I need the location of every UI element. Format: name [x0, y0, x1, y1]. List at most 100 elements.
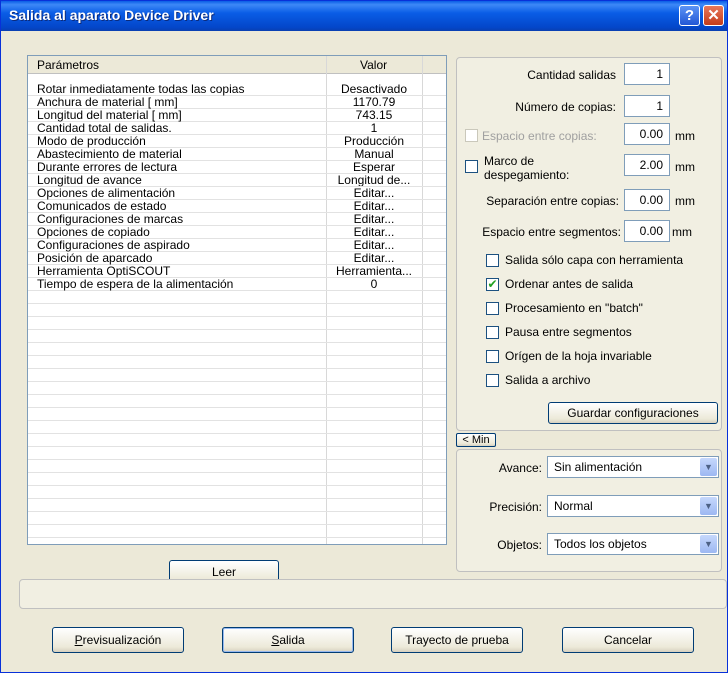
espacio-copias-field[interactable]: 0.00 — [624, 123, 670, 145]
separacion-label: Separación entre copias: — [486, 194, 619, 208]
objetos-value: Todos los objetos — [554, 537, 647, 551]
option-checkbox-label[interactable]: Orígen de la hoja invariable — [505, 349, 652, 363]
objetos-label: Objetos: — [497, 538, 542, 552]
param-value: Longitud de... — [337, 174, 411, 186]
param-name: Modo de producción — [37, 134, 146, 148]
min-button[interactable]: < Min — [456, 433, 496, 447]
param-name: Rotar inmediatamente todas las copias — [37, 82, 245, 96]
option-checkbox[interactable] — [486, 254, 499, 267]
table-row[interactable] — [28, 330, 446, 343]
table-row[interactable] — [28, 460, 446, 473]
avance-label: Avance: — [498, 461, 542, 475]
table-row[interactable] — [28, 395, 446, 408]
param-value: Producción — [343, 135, 405, 147]
marco-label-line1: Marco de — [484, 154, 535, 168]
table-row[interactable] — [28, 408, 446, 421]
marco-label-line2: despegamiento: — [484, 168, 570, 182]
unit-mm: mm — [675, 160, 695, 174]
espacio-copias-label: Espacio entre copias: — [482, 129, 597, 143]
table-row[interactable]: Tiempo de espera de la alimentación 0 — [28, 278, 446, 291]
chevron-down-icon[interactable]: ▼ — [700, 458, 717, 476]
avance-select[interactable]: Sin alimentación ▼ — [547, 456, 719, 478]
param-value: Editar... — [353, 187, 395, 199]
cancel-button[interactable]: Cancelar — [562, 627, 694, 653]
option-checkbox-label[interactable]: Salida sólo capa con herramienta — [505, 253, 683, 267]
option-checkbox-label[interactable]: Pausa entre segmentos — [505, 325, 632, 339]
table-row[interactable] — [28, 447, 446, 460]
param-column-header[interactable]: Parámetros — [37, 58, 99, 72]
param-name: Cantidad total de salidas. — [37, 121, 172, 135]
save-settings-button[interactable]: Guardar configuraciones — [548, 402, 718, 424]
table-row[interactable] — [28, 356, 446, 369]
table-row[interactable] — [28, 525, 446, 538]
marco-field[interactable]: 2.00 — [624, 154, 670, 176]
precision-label: Precisión: — [489, 500, 542, 514]
table-row[interactable] — [28, 343, 446, 356]
table-row[interactable] — [28, 304, 446, 317]
copias-label: Número de copias: — [515, 100, 616, 114]
option-checkbox[interactable] — [486, 374, 499, 387]
close-button[interactable]: ✕ — [703, 5, 724, 26]
option-checkbox-checked[interactable]: ✔ — [486, 278, 499, 291]
param-name: Longitud del material [ mm] — [37, 108, 182, 122]
value-column-header[interactable]: Valor — [360, 58, 387, 72]
table-row[interactable] — [28, 512, 446, 525]
dialog-window: Salida al aparato Device Driver ? ✕ Pará… — [0, 0, 728, 673]
help-button[interactable]: ? — [679, 5, 700, 26]
option-checkbox-label[interactable]: Salida a archivo — [505, 373, 590, 387]
param-value: Desactivado — [340, 83, 408, 95]
param-name: Posición de aparcado — [37, 251, 153, 265]
espacio-copias-checkbox[interactable] — [465, 129, 478, 142]
table-row[interactable] — [28, 486, 446, 499]
param-value: Herramienta... — [335, 265, 413, 277]
table-row[interactable] — [28, 499, 446, 512]
param-value: Editar... — [353, 226, 395, 238]
param-value: Manual — [354, 148, 394, 160]
param-name: Anchura de material [ mm] — [37, 95, 178, 109]
param-value: 1170.79 — [352, 96, 396, 108]
table-row[interactable] — [28, 317, 446, 330]
param-value: Editar... — [353, 213, 395, 225]
espacio-segmentos-field[interactable]: 0.00 — [624, 220, 670, 242]
option-checkbox[interactable] — [486, 350, 499, 363]
cantidad-field[interactable]: 1 — [624, 63, 670, 85]
parameters-list[interactable]: Parámetros Valor Rotar inmediatamente to… — [27, 55, 447, 545]
param-name: Longitud de avance — [37, 173, 142, 187]
param-value: Editar... — [353, 239, 395, 251]
option-checkbox-label[interactable]: Procesamiento en "batch" — [505, 301, 643, 315]
table-row[interactable] — [28, 382, 446, 395]
param-value: 1 — [370, 122, 378, 134]
option-checkbox[interactable] — [486, 326, 499, 339]
chevron-down-icon[interactable]: ▼ — [700, 497, 717, 515]
table-row[interactable] — [28, 473, 446, 486]
param-name: Configuraciones de marcas — [37, 212, 184, 226]
test-path-button[interactable]: Trayecto de prueba — [391, 627, 523, 653]
param-name: Opciones de alimentación — [37, 186, 176, 200]
unit-mm: mm — [675, 129, 695, 143]
preview-label: revisualización — [82, 633, 162, 647]
marco-checkbox[interactable] — [465, 160, 478, 173]
title-bar: Salida al aparato Device Driver ? ✕ — [1, 1, 727, 31]
param-name: Comunicados de estado — [37, 199, 167, 213]
unit-mm: mm — [672, 225, 692, 239]
status-bar — [19, 579, 727, 609]
precision-select[interactable]: Normal ▼ — [547, 495, 719, 517]
param-name: Durante errores de lectura — [37, 160, 178, 174]
avance-value: Sin alimentación — [554, 460, 643, 474]
parameters-header: Parámetros Valor — [28, 56, 446, 74]
separacion-field[interactable]: 0.00 — [624, 189, 670, 211]
preview-access-key: P — [74, 633, 83, 647]
param-value: Editar... — [353, 200, 395, 212]
output-button[interactable]: Salida — [222, 627, 354, 653]
table-row[interactable] — [28, 421, 446, 434]
option-checkbox[interactable] — [486, 302, 499, 315]
copias-field[interactable]: 1 — [624, 95, 670, 117]
output-label: alida — [279, 633, 305, 647]
table-row[interactable] — [28, 291, 446, 304]
objetos-select[interactable]: Todos los objetos ▼ — [547, 533, 719, 555]
option-checkbox-label[interactable]: Ordenar antes de salida — [505, 277, 633, 291]
preview-button[interactable]: Previsualización — [52, 627, 184, 653]
chevron-down-icon[interactable]: ▼ — [700, 535, 717, 553]
table-row[interactable] — [28, 369, 446, 382]
table-row[interactable] — [28, 434, 446, 447]
